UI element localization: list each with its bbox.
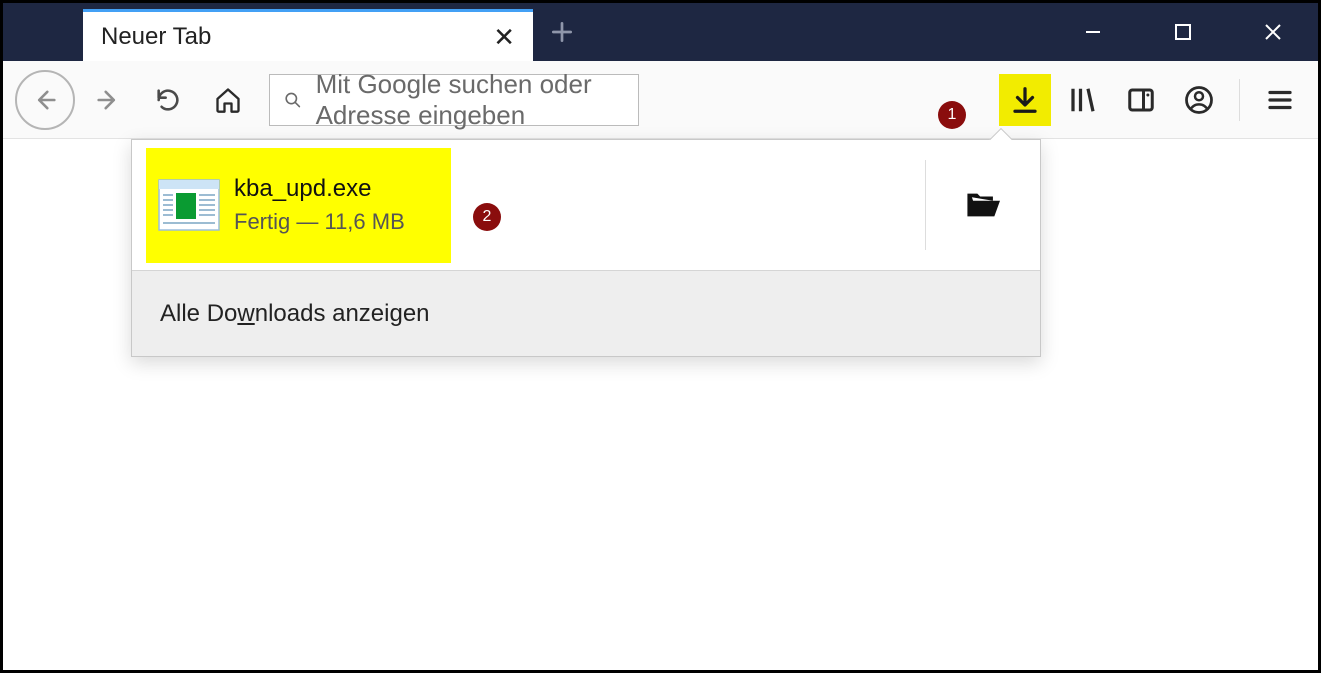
library-icon (1068, 85, 1098, 115)
download-text: kba_upd.exe Fertig — 11,6 MB (234, 175, 405, 235)
minimize-icon (1083, 22, 1103, 42)
reload-button[interactable] (141, 73, 195, 127)
url-placeholder: Mit Google suchen oder Adresse eingeben (316, 69, 624, 131)
back-button[interactable] (15, 70, 75, 130)
maximize-button[interactable] (1138, 3, 1228, 61)
account-button[interactable] (1173, 74, 1225, 126)
account-icon (1184, 85, 1214, 115)
download-filename: kba_upd.exe (234, 175, 405, 203)
show-all-downloads[interactable]: Alle Downloads anzeigen (132, 270, 1040, 356)
close-tab-icon[interactable]: ✕ (493, 24, 515, 50)
library-button[interactable] (1057, 74, 1109, 126)
download-item[interactable]: kba_upd.exe Fertig — 11,6 MB (132, 140, 1040, 270)
file-type-icon (154, 175, 224, 235)
browser-tab[interactable]: Neuer Tab ✕ (83, 9, 533, 61)
close-window-button[interactable] (1228, 3, 1318, 61)
folder-open-icon (966, 190, 1000, 220)
annotation-badge-2: 2 (473, 203, 501, 231)
home-button[interactable] (201, 73, 255, 127)
toolbar: Mit Google suchen oder Adresse eingeben (3, 61, 1318, 139)
annotation-badge-1: 1 (938, 101, 966, 129)
panel-arrow (988, 128, 1012, 140)
plus-icon (549, 19, 575, 45)
tab-title: Neuer Tab (101, 23, 211, 51)
tab-bar: Neuer Tab ✕ (3, 3, 1318, 61)
reload-icon (154, 86, 182, 114)
url-bar[interactable]: Mit Google suchen oder Adresse eingeben (269, 74, 639, 126)
downloads-panel: kba_upd.exe Fertig — 11,6 MB Alle Downlo… (131, 139, 1041, 357)
maximize-icon (1174, 23, 1192, 41)
search-icon (284, 86, 302, 114)
sidebar-icon (1126, 85, 1156, 115)
show-all-text: Alle Downloads anzeigen (160, 300, 430, 328)
new-tab-button[interactable] (533, 3, 591, 61)
minimize-button[interactable] (1048, 3, 1138, 61)
menu-button[interactable] (1254, 74, 1306, 126)
window-controls (1048, 3, 1318, 61)
download-highlight: kba_upd.exe Fertig — 11,6 MB (146, 148, 451, 263)
sidebar-button[interactable] (1115, 74, 1167, 126)
toolbar-separator (1239, 79, 1240, 121)
arrow-left-icon (31, 86, 59, 114)
close-icon (1263, 22, 1283, 42)
hamburger-icon (1265, 85, 1295, 115)
downloads-button[interactable] (999, 74, 1051, 126)
home-icon (214, 86, 242, 114)
open-folder-button[interactable] (925, 160, 1040, 250)
download-status: Fertig — 11,6 MB (234, 209, 405, 235)
arrow-right-icon (94, 86, 122, 114)
forward-button[interactable] (81, 73, 135, 127)
download-arrow-icon (1010, 85, 1040, 115)
